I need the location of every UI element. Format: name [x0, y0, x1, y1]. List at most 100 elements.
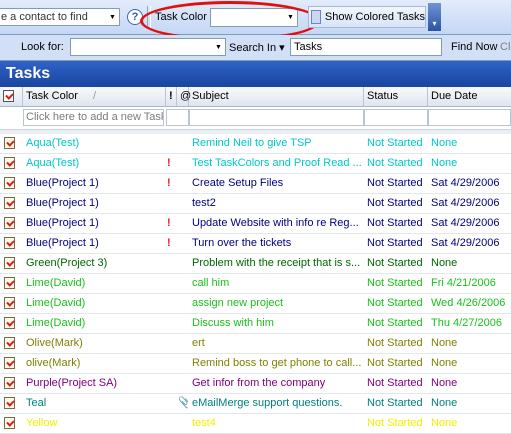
task-subject-cell: ert [192, 337, 205, 349]
chevron-down-icon[interactable]: ▼ [284, 10, 297, 26]
importance-icon: ! [167, 157, 171, 169]
attachment-icon [178, 274, 188, 293]
search-in-button[interactable]: Search In ▾ [229, 41, 285, 54]
task-icon [4, 354, 20, 373]
table-row[interactable]: Lime(David) Discuss with him Not Started Th… [0, 314, 511, 334]
new-task-input[interactable]: Click here to add a new Task [23, 109, 164, 126]
task-subject-cell: Update Website with info re Reg... [192, 217, 359, 229]
table-row[interactable]: Lime(David) assign new project Not Started… [0, 294, 511, 314]
attachment-icon [178, 194, 188, 213]
task-subject-cell: test2 [192, 197, 216, 209]
table-row[interactable]: olive(Mark) Remind boss to get phone to c… [0, 354, 511, 374]
task-status-cell: Not Started [367, 177, 423, 189]
table-row[interactable]: Blue(Project 1) test2 Not Started Sat 4/29/… [0, 194, 511, 214]
attachment-icon [178, 334, 188, 353]
task-color-cell: Blue(Project 1) [26, 197, 99, 209]
task-subject-cell: Test TaskColors and Proof Read ... [192, 157, 362, 169]
task-subject-cell: Create Setup Files [192, 177, 284, 189]
header-due-date[interactable]: Due Date [428, 87, 511, 106]
task-color-label: Task Color [155, 11, 207, 23]
new-task-subject[interactable] [189, 109, 364, 126]
header-subject[interactable]: Subject [189, 87, 364, 106]
task-status-cell: Not Started [367, 217, 423, 229]
task-icon [4, 234, 20, 253]
importance-icon [167, 314, 177, 333]
find-contact-box[interactable]: e a contact to find ▼ [0, 8, 120, 26]
task-subject-cell: Get infor from the company [192, 377, 326, 389]
attachment-icon [178, 134, 188, 153]
importance-icon [167, 254, 177, 273]
new-task-flags[interactable] [166, 109, 189, 126]
task-icon [4, 274, 20, 293]
table-row[interactable]: Blue(Project 1)! Turn over the tickets Not… [0, 234, 511, 254]
header-task-color[interactable]: Task Color / [23, 87, 166, 106]
task-subject-cell: eMailMerge support questions. [192, 397, 343, 409]
search-in-value[interactable]: Tasks [290, 38, 442, 56]
new-task-status[interactable] [364, 109, 428, 126]
sort-icon: / [93, 90, 97, 102]
task-color-cell: Teal [26, 397, 47, 409]
show-colored-tasks-icon [311, 10, 321, 24]
task-list: Aqua(Test) Remind Neil to give TSP Not Sta… [0, 134, 511, 434]
importance-icon [167, 374, 177, 393]
task-status-cell: Not Started [367, 377, 423, 389]
table-row[interactable]: Yellow test4 Not Started None [0, 414, 511, 434]
find-contact-text[interactable]: e a contact to find [0, 11, 106, 23]
table-row[interactable]: Aqua(Test)! Test TaskColors and Proof Rea… [0, 154, 511, 174]
new-task-row[interactable]: Click here to add a new Task [0, 107, 511, 130]
task-color-dropdown[interactable]: ▼ [210, 8, 298, 27]
look-for-label: Look for: [21, 41, 64, 53]
table-row[interactable]: Teal 📎 eMailMerge support questions. Not St… [0, 394, 511, 414]
header-task-color-label: Task Color [26, 90, 78, 102]
attachment-icon [178, 354, 188, 373]
task-icon [4, 294, 20, 313]
attachment-icon: 📎 [178, 397, 188, 409]
task-color-cell: Purple(Project SA) [26, 377, 118, 389]
task-due-cell: None [431, 157, 458, 169]
importance-icon: ! [167, 237, 171, 249]
toolbar-separator [147, 6, 151, 28]
look-for-input[interactable]: ▼ [70, 38, 226, 56]
task-icon [4, 174, 20, 193]
table-row[interactable]: Olive(Mark) ert Not Started None [0, 334, 511, 354]
clear-button[interactable]: Cl [500, 41, 510, 53]
attachment-icon [178, 174, 188, 193]
find-now-button[interactable]: Find Now [451, 41, 497, 53]
task-status-cell: Not Started [367, 397, 423, 409]
task-due-cell: Thu 4/27/2006 [431, 317, 502, 329]
chevron-down-icon[interactable]: ▼ [106, 9, 119, 25]
header-icon-column[interactable] [0, 87, 23, 106]
new-task-due[interactable] [428, 109, 511, 126]
task-subject-cell: call him [192, 277, 230, 289]
attachment-icon [178, 234, 188, 253]
task-due-cell: Fri 4/21/2006 [431, 277, 496, 289]
task-status-cell: Not Started [367, 277, 423, 289]
show-colored-tasks-button[interactable]: Show Colored Tasks [308, 6, 426, 28]
task-subject-cell: assign new project [192, 297, 284, 309]
task-status-cell: Not Started [367, 337, 423, 349]
task-color-cell: Blue(Project 1) [26, 177, 99, 189]
importance-icon [167, 354, 177, 373]
importance-icon [167, 334, 177, 353]
table-row[interactable]: Purple(Project SA) Get infor from the com… [0, 374, 511, 394]
task-status-cell: Not Started [367, 297, 423, 309]
importance-icon: ! [167, 177, 171, 189]
task-status-cell: Not Started [367, 317, 423, 329]
chevron-down-icon[interactable]: ▼ [212, 39, 225, 55]
table-row[interactable]: Blue(Project 1)! Create Setup Files Not St… [0, 174, 511, 194]
table-row[interactable]: Aqua(Test) Remind Neil to give TSP Not Sta… [0, 134, 511, 154]
header-importance[interactable]: ! [166, 87, 177, 106]
table-row[interactable]: Lime(David) call him Not Started Fri 4/21/2… [0, 274, 511, 294]
task-due-cell: None [431, 357, 458, 369]
table-row[interactable]: Blue(Project 1)! Update Website with info… [0, 214, 511, 234]
table-row[interactable]: Green(Project 3) Problem with the receipt… [0, 254, 511, 274]
task-subject-cell: Remind Neil to give TSP [192, 137, 312, 149]
toolbar-options-chevron-icon[interactable]: ▾ [428, 3, 441, 31]
attachment-icon [178, 154, 188, 173]
header-status[interactable]: Status [364, 87, 428, 106]
importance-icon [167, 394, 177, 413]
task-status-cell: Not Started [367, 257, 423, 269]
task-due-cell: Sat 4/29/2006 [431, 217, 500, 229]
help-icon[interactable]: ? [127, 9, 143, 25]
header-attachment[interactable]: @ [177, 87, 191, 106]
